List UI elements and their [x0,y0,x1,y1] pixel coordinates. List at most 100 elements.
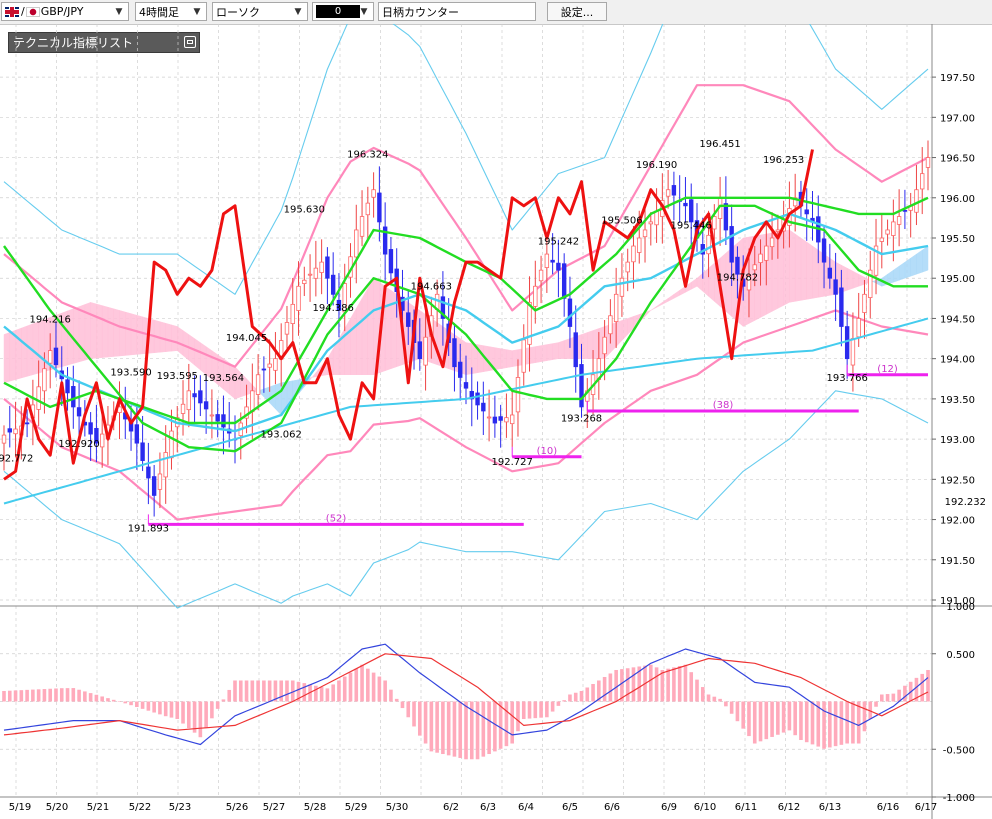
candle-body [833,279,838,295]
histogram-bar [342,676,347,702]
histogram-bar [689,672,694,702]
histogram-bar [516,701,520,732]
y-tick-label: 196.50 [940,154,975,165]
x-tick-label: 5/20 [46,802,68,813]
histogram-bar [348,672,353,702]
price-label: 194.045 [226,333,267,344]
candle-body [764,245,769,261]
x-tick-label: 5/19 [9,802,31,813]
candle-body [856,318,861,338]
candle-body [683,202,688,207]
histogram-bar [446,701,451,756]
histogram-bar [845,701,849,744]
pair-label: GBP/JPY [40,5,84,18]
histogram-bar [360,664,364,702]
histogram-bar [758,701,763,742]
pair-select[interactable]: / GBP/JPY ▼ [1,2,129,21]
histogram-bar [169,701,174,718]
candle-body [417,341,422,360]
histogram-bar [695,679,699,702]
cloud-segment [679,285,686,296]
tool-select[interactable]: 0 ▼ [312,2,374,21]
histogram-bar [828,701,832,748]
cloud-segment [812,245,819,299]
candle-body [706,234,711,255]
price-label: 195.630 [284,204,325,215]
histogram-bar [187,701,191,729]
histogram-bar [77,689,81,702]
counter-field[interactable]: 日柄カウンター [378,2,536,21]
macd-y-tick-label: 1.000 [946,602,975,613]
candle-body [492,416,498,424]
candle-body [13,428,18,435]
x-tick-label: 5/21 [87,802,109,813]
timeframe-label: 4時間足 [139,5,179,19]
candle-body [157,473,163,490]
chevron-down-icon[interactable]: ▼ [291,4,305,19]
histogram-bar [54,688,58,702]
y-tick-label: 193.50 [940,395,975,406]
candle-body [140,442,145,461]
candle-body [209,414,215,417]
histogram-bar [521,701,526,720]
price-label: 195.446 [671,220,712,231]
chevron-down-icon[interactable]: ▼ [357,4,371,19]
cloud-segment [540,344,548,362]
histogram-bar [88,693,93,702]
candle-body [498,416,503,421]
cloud-segment [552,342,559,360]
histogram-bar [602,676,607,702]
macd-panel: 1.000 0.500 -0.500 -1.000 [2,602,975,804]
chart-type-select[interactable]: ローソク ▼ [212,2,308,21]
histogram-bar [262,680,266,702]
y-tick-label: 192.00 [940,516,975,527]
settings-button[interactable]: 設定... [547,2,607,21]
histogram-bar [741,701,745,729]
candle-body [844,326,850,360]
histogram-bar [250,680,255,702]
candle-body [192,393,197,398]
cloud-segment [667,293,675,302]
candle-body [65,379,70,394]
candle-body [821,238,827,263]
cloud-segment [893,265,900,283]
candle-body [509,414,515,425]
cloud-segment [500,348,507,370]
histogram-bar [42,689,47,702]
candle-body [250,390,255,413]
cloud-segment [702,267,709,297]
cloud-segment [529,346,536,364]
histogram-bar [533,701,538,719]
candle-body [7,428,12,433]
cloud-segment [916,249,923,275]
histogram-bar [839,701,844,745]
histogram-bar [152,701,156,713]
histogram-bar [700,687,705,702]
chevron-down-icon[interactable]: ▼ [112,4,126,19]
candle-body [625,261,630,273]
candle-body [290,303,295,324]
histogram-bar [406,701,411,718]
candle-body [827,267,833,279]
candle-body [665,189,671,197]
candle-body [261,368,267,371]
cloud-segment [783,229,790,306]
candle-body [712,216,717,230]
histogram-bar [36,689,41,702]
chevron-down-icon[interactable]: ▼ [190,4,204,19]
price-label: 196.253 [763,155,804,166]
histogram-bar [556,701,561,706]
candle-body [521,339,526,373]
candle-body [423,336,428,366]
x-tick-label: 6/3 [480,802,496,813]
range-label: (12) [877,364,898,375]
histogram-bar [83,691,87,702]
price-label: 196.324 [347,150,388,161]
x-tick-label: 6/16 [877,802,899,813]
candle-body [24,422,30,425]
histogram-bar [452,701,457,757]
histogram-bar [366,668,370,702]
histogram-bar [441,701,445,755]
candle-body [330,274,336,295]
timeframe-select[interactable]: 4時間足 ▼ [135,2,207,21]
